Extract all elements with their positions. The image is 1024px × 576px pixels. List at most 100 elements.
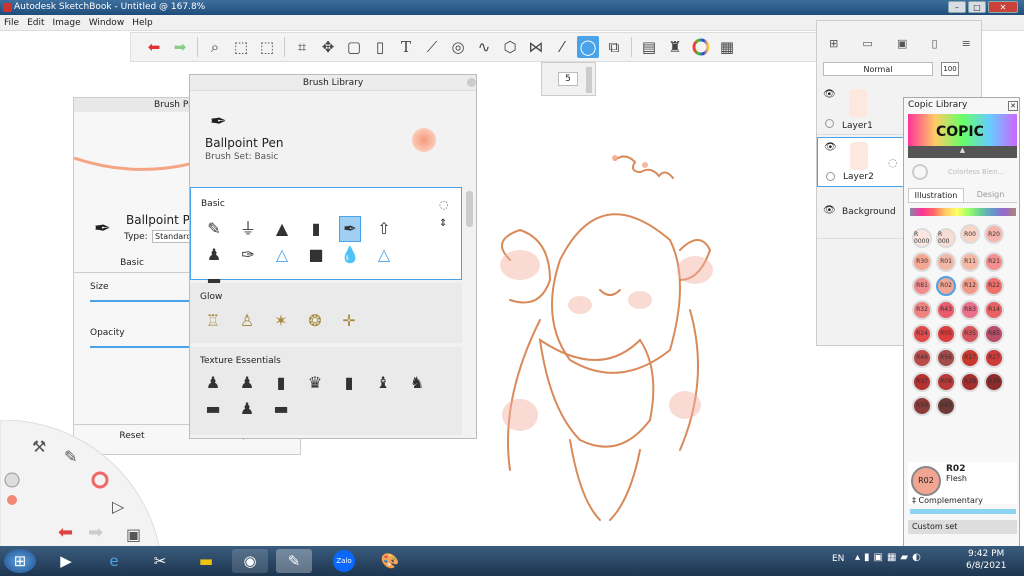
symmetry-icon[interactable]: ⋈ — [525, 36, 547, 58]
copic-swatch[interactable]: R20 — [984, 224, 1004, 244]
tab-design[interactable]: Design — [964, 188, 1017, 203]
glow-pen-icon[interactable]: ♖ — [202, 307, 224, 333]
ballpoint-pen-icon[interactable]: ✒ — [339, 215, 361, 242]
size-slider[interactable] — [90, 300, 190, 302]
copic-swatch[interactable]: R29 — [960, 371, 980, 392]
texture-splat-icon[interactable]: ♝ — [372, 369, 394, 395]
stroke-icon[interactable]: ⁄ — [551, 36, 573, 58]
opacity-slider[interactable] — [90, 346, 190, 348]
water-drop-icon[interactable]: 💧 — [339, 242, 361, 268]
texture-pen-icon[interactable]: ♟ — [236, 369, 258, 395]
trash-icon[interactable]: ▯ — [931, 37, 937, 55]
blend-mode-dropdown[interactable]: Normal — [823, 62, 933, 76]
reorder-icon[interactable]: ⇕ — [439, 218, 447, 229]
smudge-icon[interactable]: △ — [373, 242, 395, 268]
select-arrow-icon[interactable]: ▷ — [112, 497, 125, 516]
layer-opacity-field[interactable]: 100 — [941, 62, 959, 76]
brush-size-value[interactable]: 5 — [558, 72, 578, 86]
tray-icons[interactable]: ▴▮▣▦▰◐ — [855, 552, 925, 563]
copic-swatch[interactable]: R83 — [960, 299, 980, 320]
texture-sponge-icon[interactable]: ▬ — [202, 395, 224, 421]
close-button[interactable]: ✕ — [988, 1, 1018, 13]
colorless-swatch[interactable] — [912, 164, 928, 180]
texture-chalk-icon[interactable]: ▮ — [338, 369, 360, 395]
block-icon[interactable]: ■ — [305, 242, 327, 268]
ellipse-icon[interactable]: ◎ — [447, 36, 469, 58]
type-dropdown[interactable]: Standard — [152, 230, 192, 243]
copic-swatch[interactable]: R27 — [984, 347, 1004, 368]
copic-swatch[interactable]: R43 — [936, 299, 956, 320]
airbrush-icon[interactable]: △ — [271, 242, 293, 268]
clock-date[interactable]: 6/8/2021 — [966, 561, 1006, 571]
brush-size-popup[interactable]: 5 — [541, 62, 596, 96]
library-scrollbar[interactable] — [466, 191, 473, 227]
menu-window[interactable]: Window — [85, 15, 129, 31]
copic-swatch[interactable]: R81 — [912, 275, 932, 296]
select-icon[interactable]: ⬚ — [230, 36, 252, 58]
copic-swatch[interactable]: R01 — [936, 251, 956, 272]
copic-swatch[interactable]: R21 — [984, 251, 1004, 272]
eye-icon[interactable]: 👁 — [823, 89, 836, 100]
tools-icon[interactable]: ⚒ — [32, 437, 46, 456]
eye-icon[interactable]: 👁 — [823, 205, 836, 216]
canvas-sketch[interactable] — [480, 140, 740, 540]
texture-nib-icon[interactable]: ♞ — [406, 369, 428, 395]
zoom-icon[interactable]: ⌕ — [204, 36, 226, 58]
texture-dry-icon[interactable]: ♟ — [236, 395, 258, 421]
copic-swatch[interactable]: R37 — [912, 371, 932, 392]
add-layer-icon[interactable]: ⊞ — [829, 37, 838, 55]
redo-icon[interactable]: ➡ — [88, 522, 103, 543]
custom-set-header[interactable]: Custom set — [908, 520, 1017, 534]
copic-swatch[interactable]: R30 — [912, 251, 932, 272]
menu-file[interactable]: File — [0, 15, 23, 31]
menu-help[interactable]: Help — [128, 15, 157, 31]
glow-swirl-icon[interactable]: ❂ — [304, 307, 326, 333]
perspective-icon[interactable]: ⬡ — [499, 36, 521, 58]
panel-close-icon[interactable] — [467, 78, 476, 87]
ruler-icon[interactable]: ⟋ — [421, 36, 443, 58]
undo-icon[interactable]: ⬅ — [58, 522, 73, 543]
media-player-icon[interactable]: ▶ — [48, 549, 84, 573]
copic-swatch[interactable]: R 000 — [936, 227, 956, 248]
glow-marker-icon[interactable]: ♙ — [236, 307, 258, 333]
curve-icon[interactable]: ∿ — [473, 36, 495, 58]
copic-swatch[interactable]: R05 — [936, 323, 956, 344]
copic-swatch[interactable]: R02 — [936, 275, 956, 296]
ie-icon[interactable]: e — [96, 549, 132, 573]
glow-star-icon[interactable]: ✛ — [338, 307, 360, 333]
felt-pen-icon[interactable]: ▮ — [305, 216, 327, 242]
fine-pen-icon[interactable]: ⇧ — [373, 216, 395, 242]
color-wheel-icon[interactable] — [690, 36, 712, 58]
copic-swatch[interactable]: R11 — [960, 251, 980, 272]
zalo-icon[interactable]: Zalo — [326, 549, 362, 573]
eye-icon[interactable]: 👁 — [824, 142, 837, 153]
chevron-up-icon[interactable]: ▲ — [908, 146, 1017, 158]
ink-pen-icon[interactable]: ♟ — [203, 242, 225, 268]
technical-pen-icon[interactable]: ⏚ — [237, 214, 259, 240]
menu-icon[interactable]: ≡ — [962, 37, 971, 55]
clock-time[interactable]: 9:42 PM — [968, 549, 1004, 559]
tab-illustration[interactable]: Illustration — [908, 188, 964, 203]
undo-icon[interactable]: ⬅ — [143, 36, 165, 58]
brush-size-slider[interactable] — [586, 67, 592, 93]
copic-swatch[interactable]: R46 — [912, 347, 932, 368]
marker-icon[interactable]: ▲ — [271, 216, 293, 242]
text-icon[interactable]: T — [395, 36, 417, 58]
texture-brush-icon[interactable]: ♛ — [304, 369, 326, 395]
copic-swatch[interactable]: R14 — [984, 299, 1004, 320]
brush-tool-icon[interactable]: ✎ — [64, 447, 77, 466]
image-icon[interactable]: ▣ — [897, 37, 907, 55]
language-indicator[interactable]: EN — [832, 554, 844, 564]
lasso-icon[interactable]: ⬚ — [256, 36, 278, 58]
brushes-icon[interactable]: ♜ — [664, 36, 686, 58]
copic-swatch[interactable]: R89 — [936, 395, 956, 416]
hue-strip[interactable] — [910, 208, 1016, 216]
glow-spray-icon[interactable]: ✶ — [270, 307, 292, 333]
copic-swatch[interactable]: R12 — [960, 275, 980, 296]
texture-marker-icon[interactable]: ▮ — [270, 369, 292, 395]
brush-icon[interactable]: ◯ — [577, 36, 599, 58]
copic-swatch[interactable]: R08 — [936, 371, 956, 392]
distort-icon[interactable]: ▢ — [343, 36, 365, 58]
transform-icon[interactable]: ✥ — [317, 36, 339, 58]
dotted-circle-icon[interactable]: ◌ — [888, 156, 898, 169]
